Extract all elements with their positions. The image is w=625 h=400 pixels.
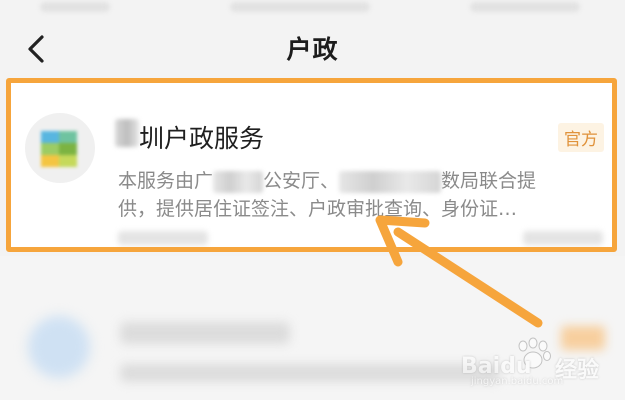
status-bar-blur <box>470 2 580 12</box>
description-text: 公安厅、 <box>263 170 340 192</box>
list-item-title-blur <box>120 322 290 344</box>
description-line: 本服务由广 公安厅、 数局联合提 <box>118 167 598 195</box>
baidu-watermark: Baidu 经验 jingyan.baidu.com <box>461 332 611 388</box>
description-text: 数局联合提 <box>441 170 537 192</box>
service-description: 本服务由广 公安厅、 数局联合提 供，提供居住证签注、户政审批查询、身份证… <box>118 167 598 223</box>
status-bar-blur <box>230 2 370 12</box>
screen: 户政 圳户政服务 官方 本服务由广 公安厅、 数局联合提 供，提供居住证签注、户政审… <box>0 0 625 400</box>
nav-header: 户政 <box>0 18 625 80</box>
redacted-text <box>213 170 264 193</box>
description-text: 本服务由广 <box>118 170 214 192</box>
service-name: 圳户政服务 <box>139 124 265 153</box>
redacted-text <box>115 119 139 147</box>
status-bar-blur <box>40 2 110 12</box>
card-footer-blur <box>118 231 208 245</box>
redacted-text <box>339 170 442 193</box>
description-line: 供，提供居住证签注、户政审批查询、身份证… <box>118 198 518 220</box>
list-item-desc-blur <box>120 364 500 382</box>
app-icon <box>28 316 90 378</box>
service-app-icon <box>25 113 95 183</box>
app-logo-icon <box>41 131 77 167</box>
card-footer-blur <box>523 231 603 245</box>
page-title: 户政 <box>286 35 339 64</box>
watermark-url: jingyan.baidu.com <box>471 376 564 387</box>
official-badge: 官方 <box>558 123 604 152</box>
status-bar <box>0 0 625 16</box>
service-card[interactable]: 圳户政服务 官方 本服务由广 公安厅、 数局联合提 供，提供居住证签注、户政审批查询… <box>6 78 617 252</box>
